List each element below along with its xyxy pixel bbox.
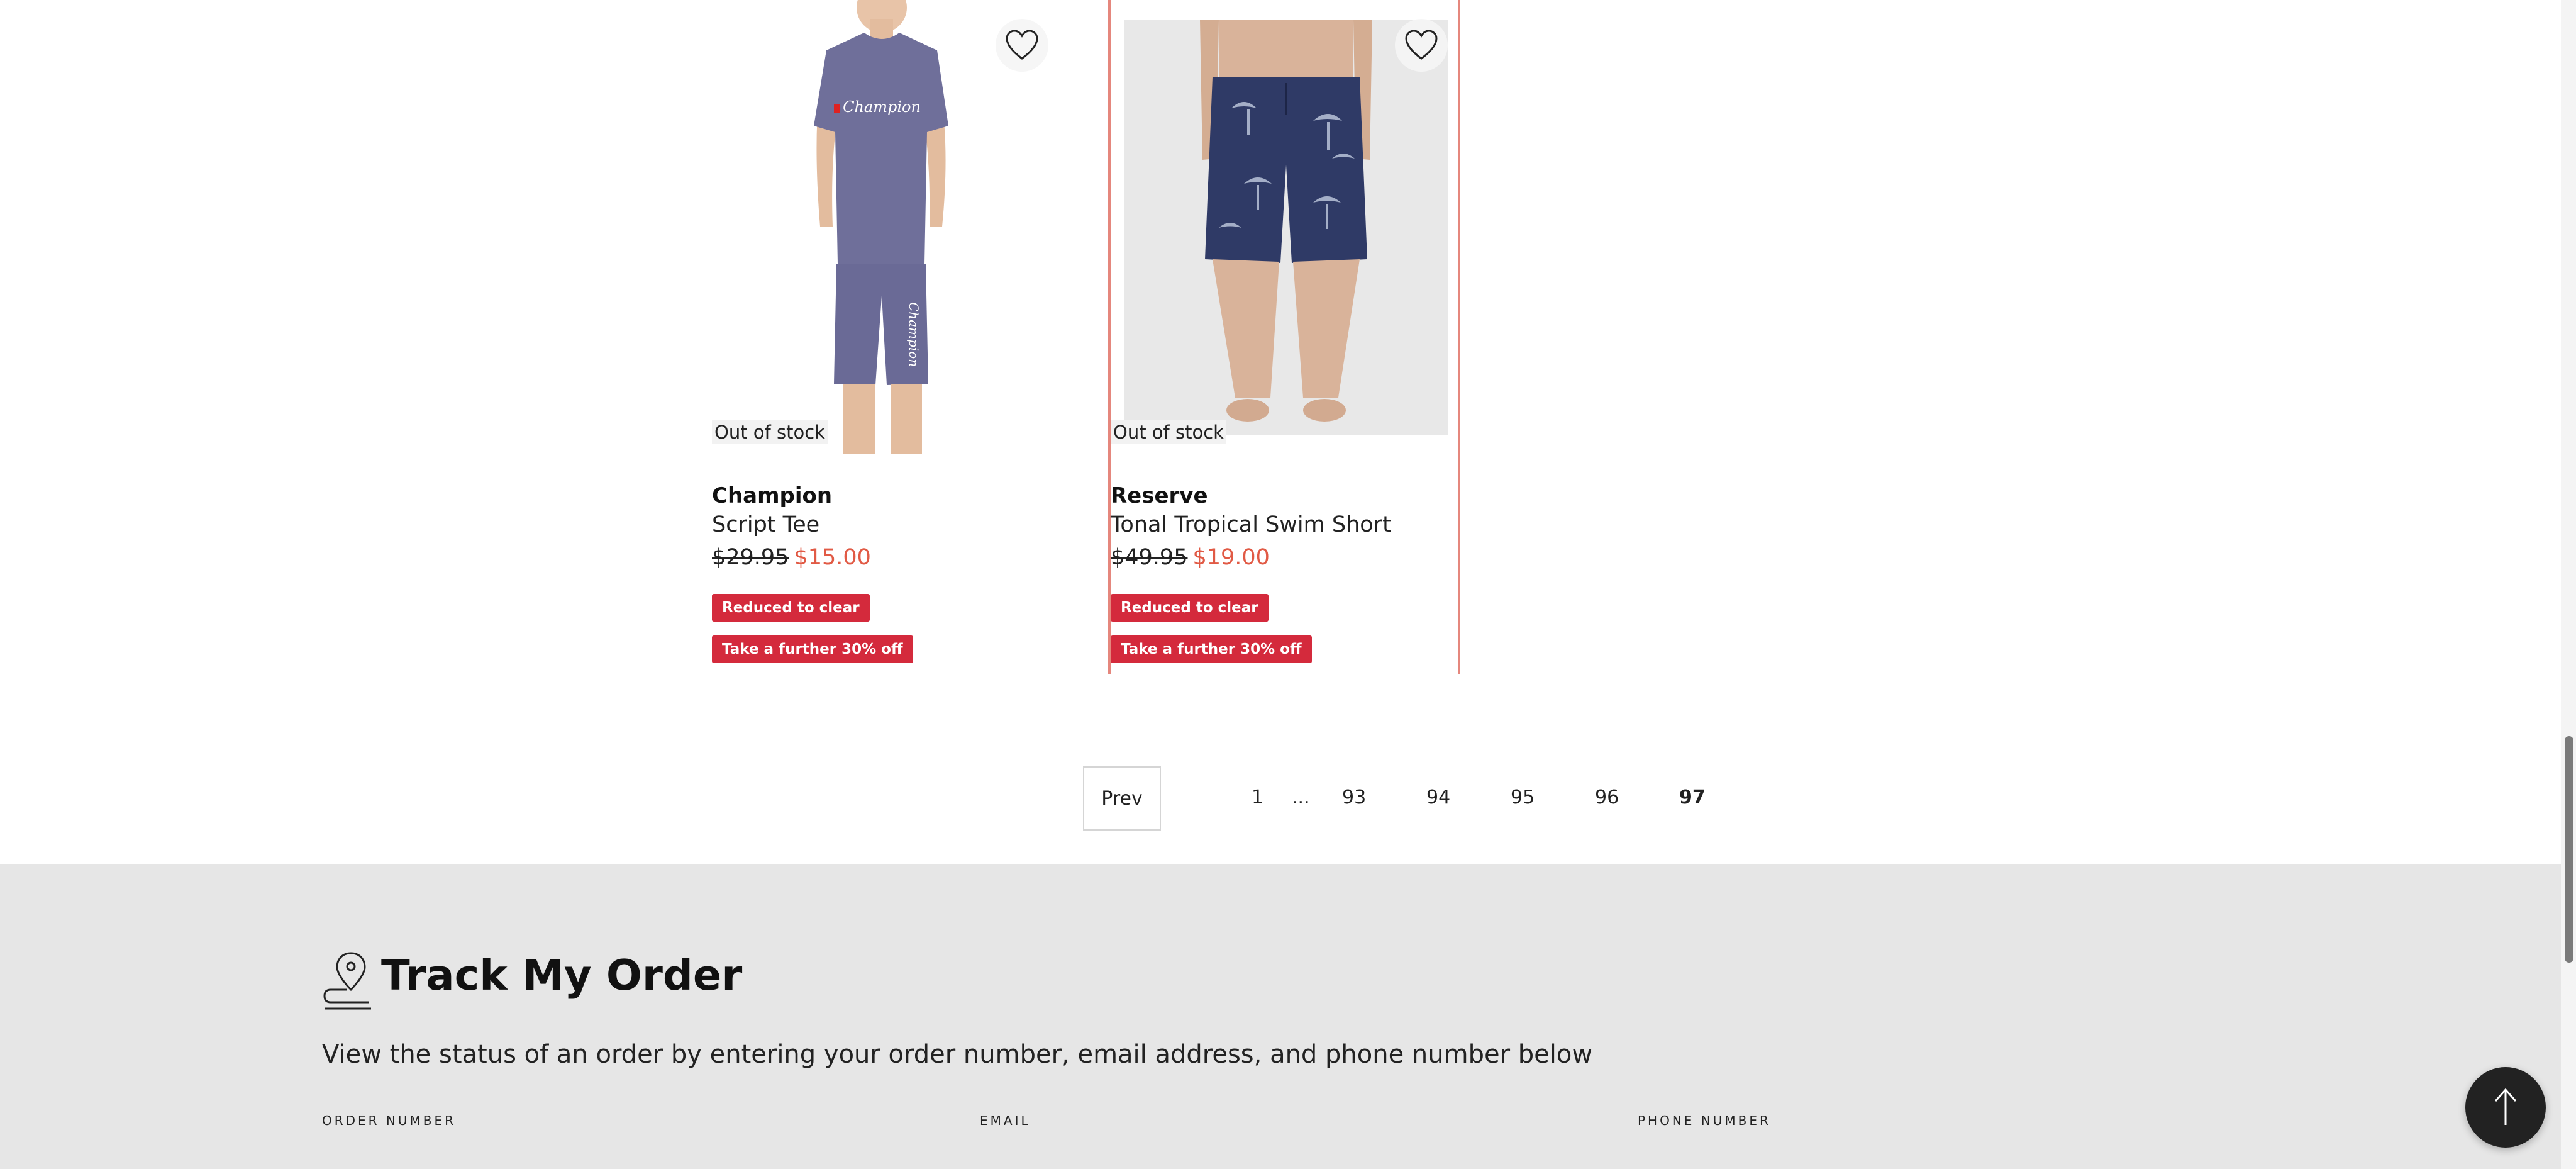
- further-off-badge: Take a further 30% off: [1111, 635, 1312, 663]
- wishlist-button[interactable]: [996, 19, 1048, 72]
- product-image[interactable]: Champion Champion: [808, 0, 953, 454]
- location-pin-icon: [323, 952, 371, 1010]
- svg-text:Champion: Champion: [906, 302, 921, 367]
- product-price: $49.95 $19.00: [1111, 545, 1270, 570]
- reduced-badge: Reduced to clear: [712, 594, 870, 622]
- page-link-1[interactable]: 1: [1252, 786, 1263, 808]
- svg-text:Champion: Champion: [843, 98, 921, 116]
- phone-number-label: PHONE NUMBER: [1638, 1113, 1771, 1128]
- scrollbar[interactable]: [2561, 0, 2576, 1169]
- wishlist-button[interactable]: [1395, 19, 1448, 72]
- product-card-reserve[interactable]: Out of stock Reserve Tonal Tropical Swim…: [1108, 0, 1460, 674]
- model-in-swim-short-image: [1124, 20, 1448, 435]
- track-order-title: Track My Order: [381, 951, 743, 1000]
- track-order-description: View the status of an order by entering …: [322, 1040, 1593, 1069]
- page-link-93[interactable]: 93: [1342, 786, 1366, 808]
- stock-label: Out of stock: [1111, 420, 1226, 444]
- page-link-94[interactable]: 94: [1426, 786, 1450, 808]
- sale-price: $19.00: [1192, 545, 1270, 570]
- heart-icon: [1006, 30, 1038, 60]
- product-price: $29.95 $15.00: [712, 545, 871, 570]
- reduced-badge: Reduced to clear: [1111, 594, 1269, 622]
- original-price: $29.95: [712, 545, 789, 570]
- page-ellipsis: ...: [1292, 786, 1310, 808]
- product-name[interactable]: Tonal Tropical Swim Short: [1111, 512, 1391, 537]
- track-order-section: Track My Order View the status of an ord…: [0, 864, 2576, 1169]
- email-label: EMAIL: [980, 1113, 1031, 1128]
- product-image[interactable]: [1124, 20, 1448, 435]
- further-off-badge: Take a further 30% off: [712, 635, 913, 663]
- arrow-up-icon: [2494, 1088, 2517, 1125]
- product-brand[interactable]: Reserve: [1111, 483, 1208, 508]
- product-card-champion[interactable]: Champion Champion Out of stock Champion …: [712, 0, 1064, 674]
- page-link-95[interactable]: 95: [1511, 786, 1535, 808]
- stock-label: Out of stock: [712, 420, 828, 444]
- page-link-96[interactable]: 96: [1595, 786, 1619, 808]
- prev-page-button[interactable]: Prev: [1083, 766, 1161, 831]
- product-brand[interactable]: Champion: [712, 483, 832, 508]
- model-in-tee-image: Champion Champion: [814, 0, 948, 454]
- original-price: $49.95: [1111, 545, 1188, 570]
- product-name[interactable]: Script Tee: [712, 512, 819, 537]
- heart-icon: [1405, 30, 1438, 60]
- scrollbar-thumb[interactable]: [2565, 736, 2573, 963]
- page-link-97-current[interactable]: 97: [1679, 786, 1706, 808]
- back-to-top-button[interactable]: [2465, 1067, 2546, 1148]
- sale-price: $15.00: [794, 545, 871, 570]
- order-number-label: ORDER NUMBER: [322, 1113, 457, 1128]
